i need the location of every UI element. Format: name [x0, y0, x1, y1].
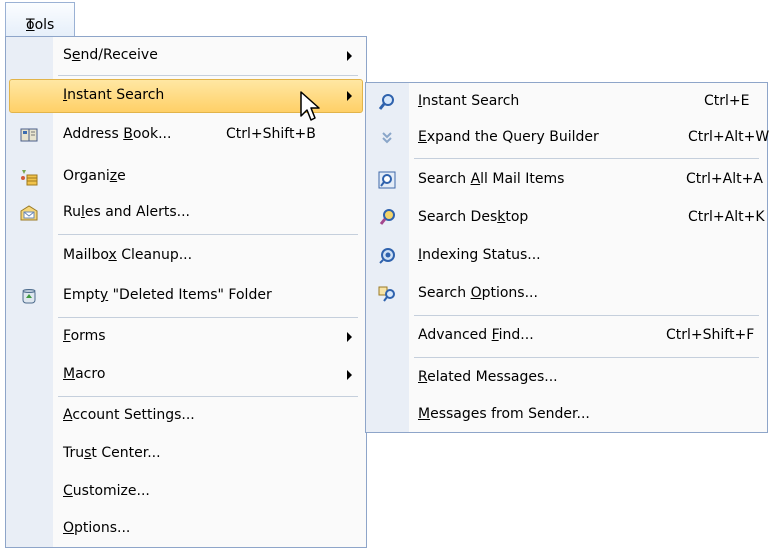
menu-separator	[414, 158, 759, 159]
menu-item-trust-center[interactable]: Trust Center...	[6, 436, 366, 472]
submenu-item-instant-search[interactable]: Instant Search Ctrl+E	[366, 84, 767, 120]
instant-search-submenu: Instant Search Ctrl+E Expand the Query B…	[365, 82, 770, 433]
search-desktop-icon	[379, 209, 395, 225]
indexing-status-icon	[379, 248, 395, 264]
menu-item-mailbox-cleanup[interactable]: Mailbox Cleanup...	[6, 238, 366, 274]
search-mail-icon	[378, 171, 396, 189]
menu-item-send-receive[interactable]: Send/Receive	[6, 38, 366, 74]
shortcut-text: Ctrl+Alt+K	[688, 209, 765, 225]
submenu-arrow-icon	[347, 332, 352, 342]
search-options-icon	[378, 286, 395, 302]
submenu-item-search-all-mail-items[interactable]: Search All Mail Items Ctrl+Alt+A	[366, 162, 767, 198]
menu-item-options[interactable]: Options...	[6, 511, 366, 547]
submenu-item-messages-from-sender[interactable]: Messages from Sender...	[366, 397, 767, 433]
mouse-pointer-icon	[300, 91, 320, 121]
menu-separator	[414, 315, 759, 316]
search-magnifier-icon	[378, 94, 394, 110]
menu-separator	[58, 234, 358, 235]
submenu-item-indexing-status[interactable]: Indexing Status...	[366, 238, 767, 274]
menu-separator	[58, 75, 358, 76]
shortcut-text: Ctrl+Alt+A	[686, 171, 763, 187]
shortcut-text: Ctrl+Shift+B	[226, 126, 316, 142]
shortcut-text: Ctrl+Shift+F	[666, 327, 755, 343]
menu-item-customize[interactable]: Customize...	[6, 474, 366, 510]
menu-item-rules-and-alerts[interactable]: Rules and Alerts...	[6, 195, 366, 231]
menu-item-forms[interactable]: Forms	[6, 319, 366, 355]
submenu-item-search-options[interactable]: Search Options...	[366, 276, 767, 312]
menu-item-account-settings[interactable]: Account Settings...	[6, 398, 366, 434]
menu-item-macro[interactable]: Macro	[6, 357, 366, 393]
rules-alerts-icon	[20, 205, 38, 221]
shortcut-text: Ctrl+E	[704, 93, 750, 109]
submenu-arrow-icon	[347, 370, 352, 380]
menu-separator	[58, 317, 358, 318]
address-book-icon	[20, 128, 38, 142]
submenu-item-expand-query-builder[interactable]: Expand the Query Builder Ctrl+Alt+W	[366, 120, 770, 156]
menu-separator	[414, 357, 759, 358]
shortcut-text: Ctrl+Alt+W	[688, 129, 770, 145]
submenu-item-advanced-find[interactable]: Advanced Find... Ctrl+Shift+F	[366, 318, 767, 354]
menu-item-empty-deleted-items[interactable]: Empty "Deleted Items" Folder	[6, 278, 366, 314]
submenu-arrow-icon	[347, 91, 352, 101]
organize-icon	[21, 170, 38, 186]
submenu-item-related-messages[interactable]: Related Messages...	[366, 360, 767, 396]
menu-tools[interactable]: Tools	[5, 2, 75, 36]
submenu-arrow-icon	[347, 51, 352, 61]
menu-separator	[58, 396, 358, 397]
submenu-item-search-desktop[interactable]: Search Desktop Ctrl+Alt+K	[366, 200, 767, 236]
expand-chevron-icon	[382, 132, 392, 144]
recycle-bin-icon	[22, 289, 36, 304]
menu-item-organize[interactable]: Organize	[6, 159, 366, 195]
